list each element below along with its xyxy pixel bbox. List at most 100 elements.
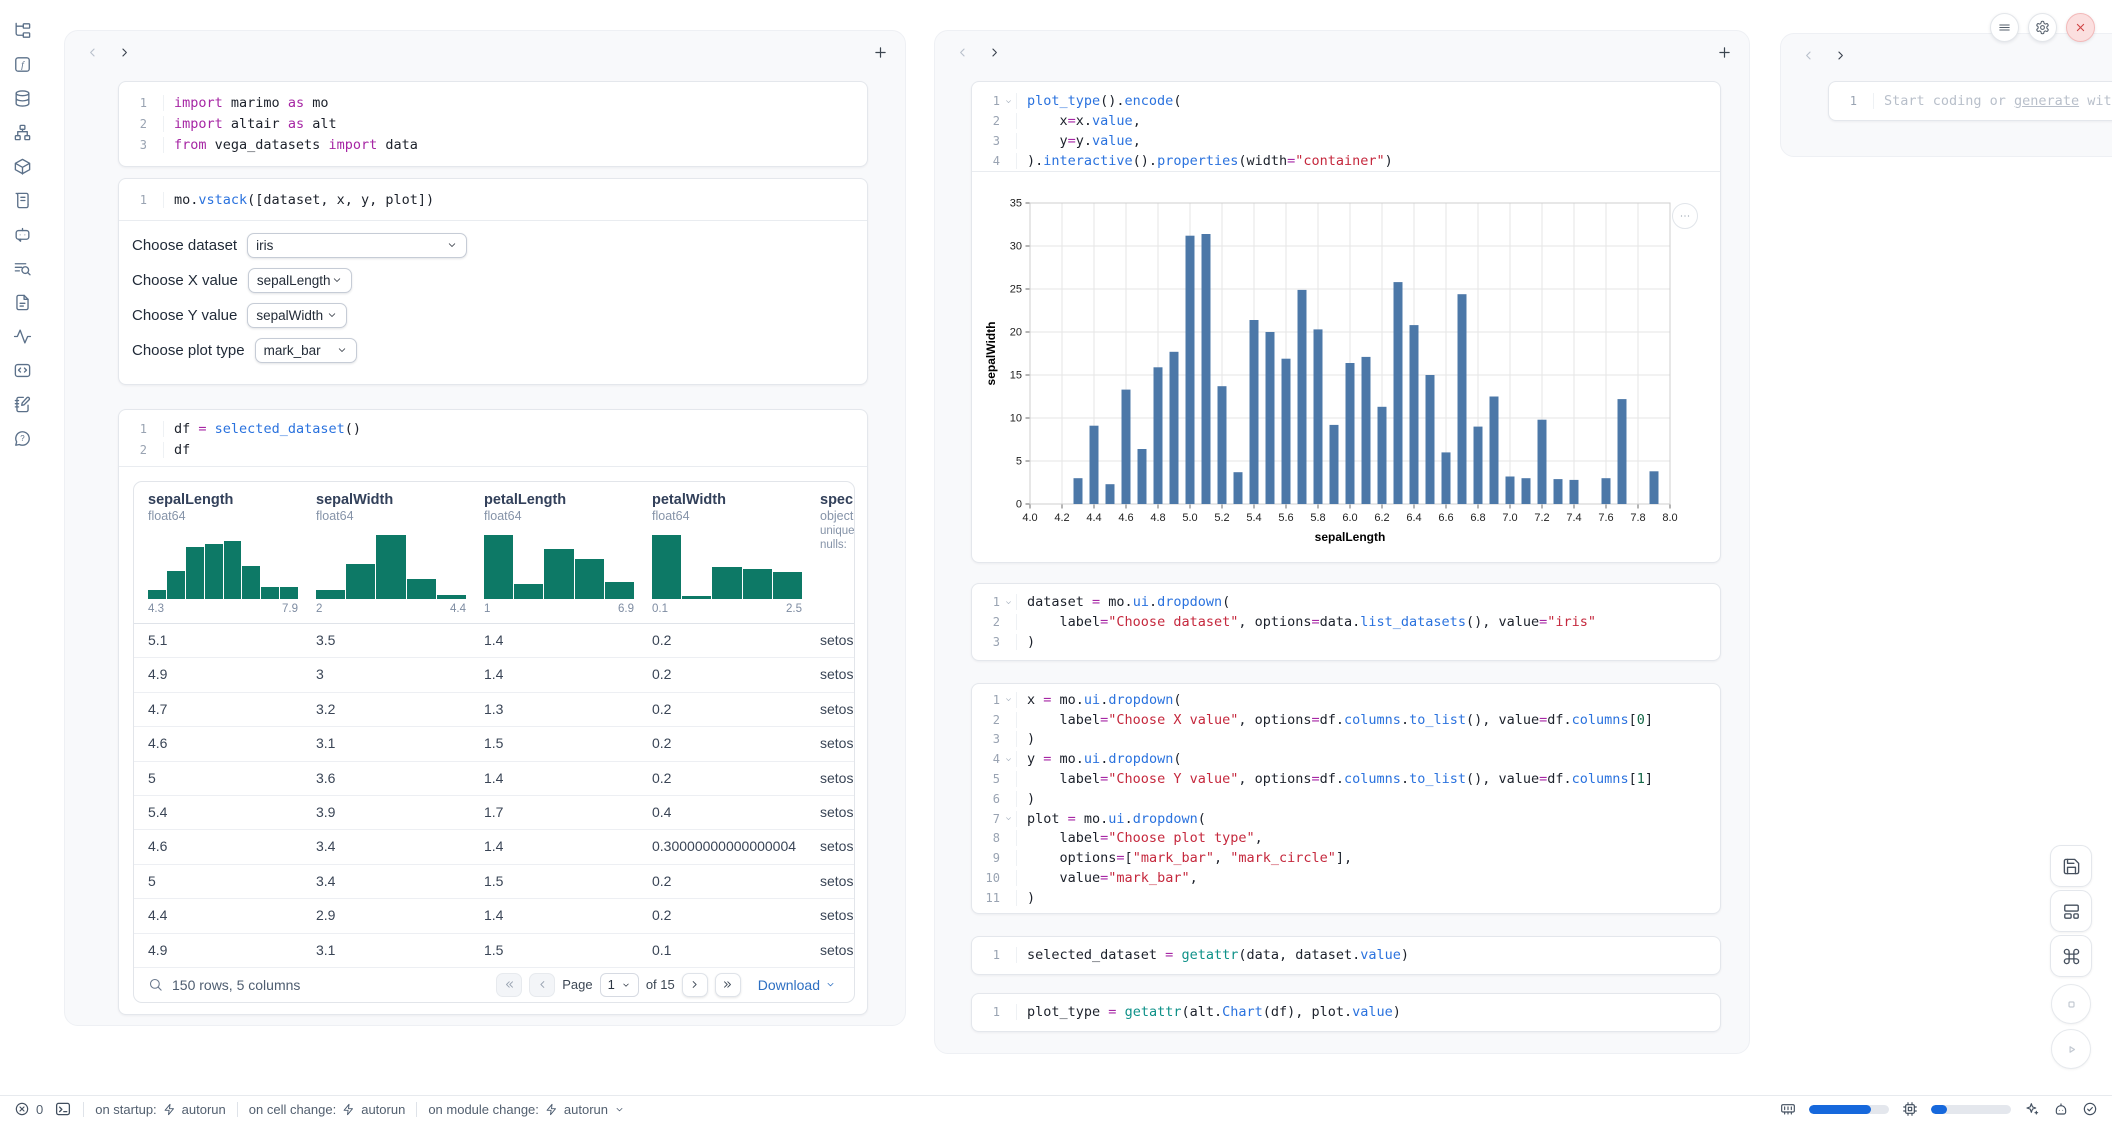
- table-row[interactable]: 5.43.91.70.4setosa: [134, 796, 854, 830]
- sidebar-item-file-tree[interactable]: [9, 17, 35, 43]
- first-page-button[interactable]: [496, 973, 522, 997]
- save-button[interactable]: [2050, 845, 2092, 887]
- code-editor[interactable]: 1import marimo as mo2import altair as al…: [119, 82, 867, 155]
- sidebar-item-list-search[interactable]: [9, 255, 35, 281]
- column-header[interactable]: sepalLengthfloat644.37.9: [148, 492, 308, 615]
- status-bar: 0 on startup: autorun on cell change: au…: [0, 1095, 2112, 1122]
- table-row[interactable]: 4.63.11.50.2setosa: [134, 727, 854, 761]
- panel-collapse-left-icon[interactable]: [85, 45, 100, 60]
- column-header[interactable]: petalWidthfloat640.12.5: [652, 492, 812, 615]
- menu-button[interactable]: [1990, 13, 2019, 42]
- menu-icon: [1997, 20, 2012, 35]
- column-min-max: 4.37.9: [148, 603, 298, 615]
- close-button[interactable]: [2066, 13, 2095, 42]
- panel-collapse-left-icon[interactable]: [955, 45, 970, 60]
- table-cell: setosa: [820, 865, 855, 898]
- download-button[interactable]: Download: [758, 977, 836, 993]
- column-histogram[interactable]: [652, 535, 802, 599]
- layout-toggle-button[interactable]: [2050, 890, 2092, 932]
- next-page-button[interactable]: [682, 973, 708, 997]
- terminal-icon[interactable]: [54, 1100, 72, 1118]
- table-cell: setosa: [820, 762, 855, 795]
- column-histogram[interactable]: [484, 535, 634, 599]
- ram-icon: [1780, 1101, 1796, 1117]
- connection-status-icon[interactable]: [2082, 1101, 2098, 1117]
- sidebar-item-activity[interactable]: [9, 323, 35, 349]
- table-cell: 1.7: [484, 796, 644, 829]
- chart-actions-button[interactable]: [1672, 203, 1698, 229]
- code-editor[interactable]: 1selected_dataset = getattr(data, datase…: [972, 937, 1720, 965]
- table-row[interactable]: 53.41.50.2setosa: [134, 865, 854, 899]
- column-header[interactable]: petalLengthfloat6416.9: [484, 492, 644, 615]
- table-row[interactable]: 4.42.91.40.2setosa: [134, 899, 854, 933]
- sidebar-item-notebook-pen[interactable]: [9, 391, 35, 417]
- sidebar-item-package[interactable]: [9, 153, 35, 179]
- run-button[interactable]: [2051, 1029, 2091, 1069]
- code-editor[interactable]: 1dataset = mo.ui.dropdown(2 label="Choos…: [972, 584, 1720, 652]
- generate-link[interactable]: generate: [2014, 93, 2079, 109]
- code-editor[interactable]: 1x = mo.ui.dropdown(2 label="Choose X va…: [972, 684, 1720, 908]
- code-editor[interactable]: 1plot_type = getattr(alt.Chart(df), plot…: [972, 994, 1720, 1022]
- table-row[interactable]: 4.73.21.30.2setosa: [134, 693, 854, 727]
- dropdown-select[interactable]: mark_bar: [255, 338, 357, 363]
- cell-chart: 1plot_type().encode(2 x=x.value,3 y=y.va…: [971, 81, 1721, 563]
- search-icon[interactable]: [148, 977, 163, 992]
- play-icon: [2063, 1041, 2080, 1058]
- panel-collapse-left-icon[interactable]: [1801, 48, 1816, 63]
- code-editor[interactable]: 1 Start coding or generate with AI: [1829, 82, 2112, 111]
- cell-plot-type: 1plot_type = getattr(alt.Chart(df), plot…: [971, 993, 1721, 1032]
- sidebar-item-chat-bot[interactable]: [9, 221, 35, 247]
- fold-chevron-icon[interactable]: [1000, 814, 1016, 823]
- fold-chevron-icon[interactable]: [1000, 598, 1016, 607]
- table-cell: 5.4: [148, 796, 308, 829]
- fold-chevron-icon[interactable]: [1000, 755, 1016, 764]
- column-histogram[interactable]: [148, 535, 298, 599]
- fold-chevron-icon[interactable]: [1000, 97, 1016, 106]
- dropdown-select[interactable]: iris: [247, 233, 467, 258]
- sidebar-item-database[interactable]: [9, 85, 35, 111]
- sidebar: f?: [0, 0, 44, 1112]
- table-row[interactable]: 5.13.51.40.2setosa: [134, 624, 854, 658]
- column-histogram[interactable]: [316, 535, 466, 599]
- error-count[interactable]: 0: [14, 1101, 43, 1117]
- svg-text:4.2: 4.2: [1054, 512, 1069, 524]
- panel-collapse-right-icon[interactable]: [117, 45, 132, 60]
- sidebar-item-function-square[interactable]: f: [9, 51, 35, 77]
- panel-collapse-right-icon[interactable]: [987, 45, 1002, 60]
- sidebar-item-workflow[interactable]: [9, 119, 35, 145]
- last-page-button[interactable]: [715, 973, 741, 997]
- ai-sparkles-icon[interactable]: [2024, 1101, 2040, 1117]
- on-module-change-setting[interactable]: on module change: autorun: [428, 1102, 625, 1117]
- table-row[interactable]: 53.61.40.2setosa: [134, 762, 854, 796]
- sidebar-item-code-snippet[interactable]: [9, 357, 35, 383]
- sidebar-item-help-chat[interactable]: ?: [9, 425, 35, 451]
- add-cell-button[interactable]: [1716, 44, 1733, 61]
- stop-button[interactable]: [2051, 984, 2091, 1024]
- add-cell-button[interactable]: [872, 44, 889, 61]
- column-header[interactable]: speciesobjectunique:nulls:: [820, 492, 855, 551]
- prev-page-button[interactable]: [529, 973, 555, 997]
- dropdown-select[interactable]: sepalLength: [248, 268, 352, 293]
- settings-button[interactable]: [2028, 13, 2057, 42]
- column-header[interactable]: sepalWidthfloat6424.4: [316, 492, 476, 615]
- keyboard-shortcuts-button[interactable]: [2050, 935, 2092, 977]
- table-row[interactable]: 4.931.40.2setosa: [134, 658, 854, 692]
- fold-chevron-icon[interactable]: [1000, 695, 1016, 704]
- sidebar-item-scroll-text[interactable]: [9, 187, 35, 213]
- panel-collapse-right-icon[interactable]: [1833, 48, 1848, 63]
- sidebar-item-document[interactable]: [9, 289, 35, 315]
- assistant-icon[interactable]: [2053, 1101, 2069, 1117]
- on-cell-change-setting[interactable]: on cell change: autorun: [249, 1102, 406, 1117]
- dropdown-select[interactable]: sepalWidth: [247, 303, 347, 328]
- on-startup-setting[interactable]: on startup: autorun: [95, 1102, 226, 1117]
- table-row[interactable]: 4.63.41.40.30000000000000004setosa: [134, 830, 854, 864]
- table-cell: 0.2: [652, 865, 812, 898]
- code-editor[interactable]: 1plot_type().encode(2 x=x.value,3 y=y.va…: [972, 82, 1720, 171]
- line-number: 2: [119, 117, 147, 131]
- page-select[interactable]: 1: [600, 973, 639, 997]
- altair-bar-chart[interactable]: 4.04.24.44.64.85.05.25.45.65.86.06.26.46…: [972, 172, 1720, 558]
- code-editor[interactable]: 1mo.vstack([dataset, x, y, plot]): [119, 179, 867, 220]
- table-cell: 3.1: [316, 934, 476, 967]
- code-editor[interactable]: 1df = selected_dataset()2df: [119, 410, 867, 466]
- table-row[interactable]: 4.93.11.50.1setosa: [134, 934, 854, 968]
